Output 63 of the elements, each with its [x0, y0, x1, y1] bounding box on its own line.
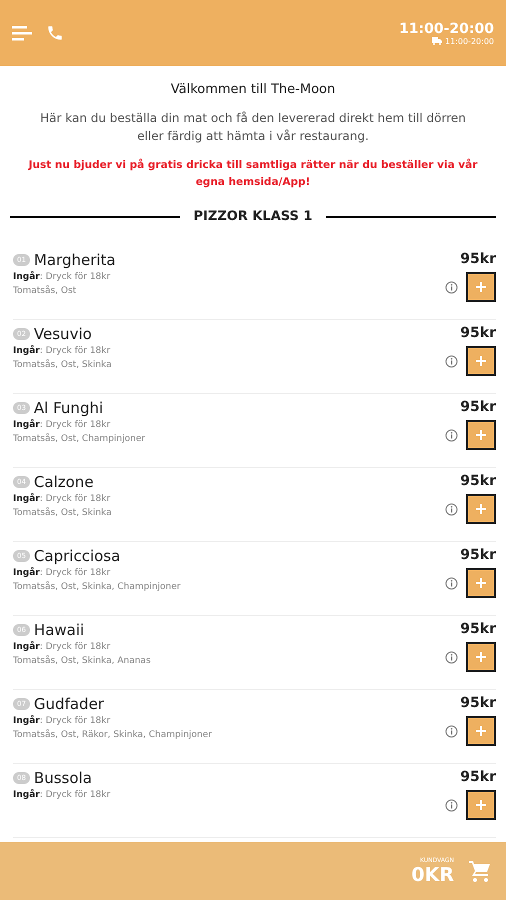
cart-total: 0KR	[411, 864, 454, 886]
item-price: 95kr	[460, 399, 496, 415]
plus-icon	[476, 652, 486, 662]
truck-icon	[432, 37, 442, 45]
item-price: 95kr	[460, 547, 496, 563]
category-heading: PIZZOR KLASS 1	[194, 209, 312, 224]
info-icon[interactable]	[445, 576, 458, 590]
item-includes: Ingår: Dryck för 18kr	[13, 346, 112, 356]
item-name: Capricciosa	[34, 547, 120, 565]
item-ingredients: Tomatsås, Ost, Räkor, Skinka, Champinjoner	[13, 730, 213, 740]
plus-icon	[476, 504, 486, 514]
delivery-hours: 11:00-20:00	[445, 36, 494, 46]
item-ingredients: Tomatsås, Ost, Skinka, Ananas	[13, 656, 152, 666]
plus-icon	[476, 578, 486, 588]
item-price: 95kr	[460, 695, 496, 711]
item-includes: Ingår: Dryck för 18kr	[13, 272, 112, 282]
plus-icon	[476, 282, 486, 292]
add-button[interactable]	[466, 346, 496, 376]
add-button[interactable]	[466, 790, 496, 820]
item-price: 95kr	[460, 473, 496, 489]
welcome-title: Välkommen till The-Moon	[170, 82, 336, 97]
item-includes: Ingår: Dryck för 18kr	[13, 568, 112, 578]
item-name: Bussola	[34, 769, 92, 787]
add-button[interactable]	[466, 716, 496, 746]
intro-text: Här kan du beställa din mat och få den levererad direkt hem till dörren eller färdig att hämta i vår restaurang.	[39, 110, 467, 145]
plus-icon	[476, 430, 486, 440]
info-icon[interactable]	[445, 280, 458, 294]
add-button[interactable]	[466, 420, 496, 450]
item-name: Hawaii	[34, 621, 84, 639]
item-includes: Ingår: Dryck för 18kr	[13, 642, 112, 652]
item-price: 95kr	[460, 621, 496, 637]
item-ingredients: Tomatsås, Ost, Skinka	[13, 360, 113, 370]
info-icon[interactable]	[445, 650, 458, 664]
item-price: 95kr	[460, 325, 496, 341]
item-includes: Ingår: Dryck för 18kr	[13, 494, 112, 504]
info-icon[interactable]	[445, 502, 458, 516]
item-price: 95kr	[460, 251, 496, 267]
plus-icon	[476, 800, 486, 810]
offer-text: Just nu bjuder vi på gratis dricka till samtliga rätter när du beställer via vår egna hemsida/App!	[27, 158, 478, 190]
item-name: Al Funghi	[34, 399, 104, 417]
item-includes: Ingår: Dryck för 18kr	[13, 716, 112, 726]
opening-hours: 11:00-20:00	[399, 20, 494, 36]
item-ingredients: Tomatsås, Ost, Skinka, Champinjoner	[13, 582, 182, 592]
item-ingredients: Tomatsås, Ost	[13, 286, 78, 296]
add-button[interactable]	[466, 642, 496, 672]
plus-icon	[476, 726, 486, 736]
add-button[interactable]	[466, 494, 496, 524]
item-name: Vesuvio	[34, 325, 92, 343]
item-includes: Ingår: Dryck för 18kr	[13, 420, 112, 430]
item-name: Gudfader	[34, 695, 104, 713]
item-name: Margherita	[34, 251, 116, 269]
item-includes: Ingår: Dryck för 18kr	[13, 790, 112, 800]
item-ingredients: Tomatsås, Ost, Champinjoner	[13, 434, 146, 444]
item-name: Calzone	[34, 473, 94, 491]
item-price: 95kr	[460, 769, 496, 785]
info-icon[interactable]	[445, 724, 458, 738]
add-button[interactable]	[466, 568, 496, 598]
plus-icon	[476, 356, 486, 366]
item-ingredients: Tomatsås, Ost, Skinka	[13, 508, 113, 518]
info-icon[interactable]	[445, 798, 458, 812]
add-button[interactable]	[466, 272, 496, 302]
info-icon[interactable]	[445, 354, 458, 368]
info-icon[interactable]	[445, 428, 458, 442]
